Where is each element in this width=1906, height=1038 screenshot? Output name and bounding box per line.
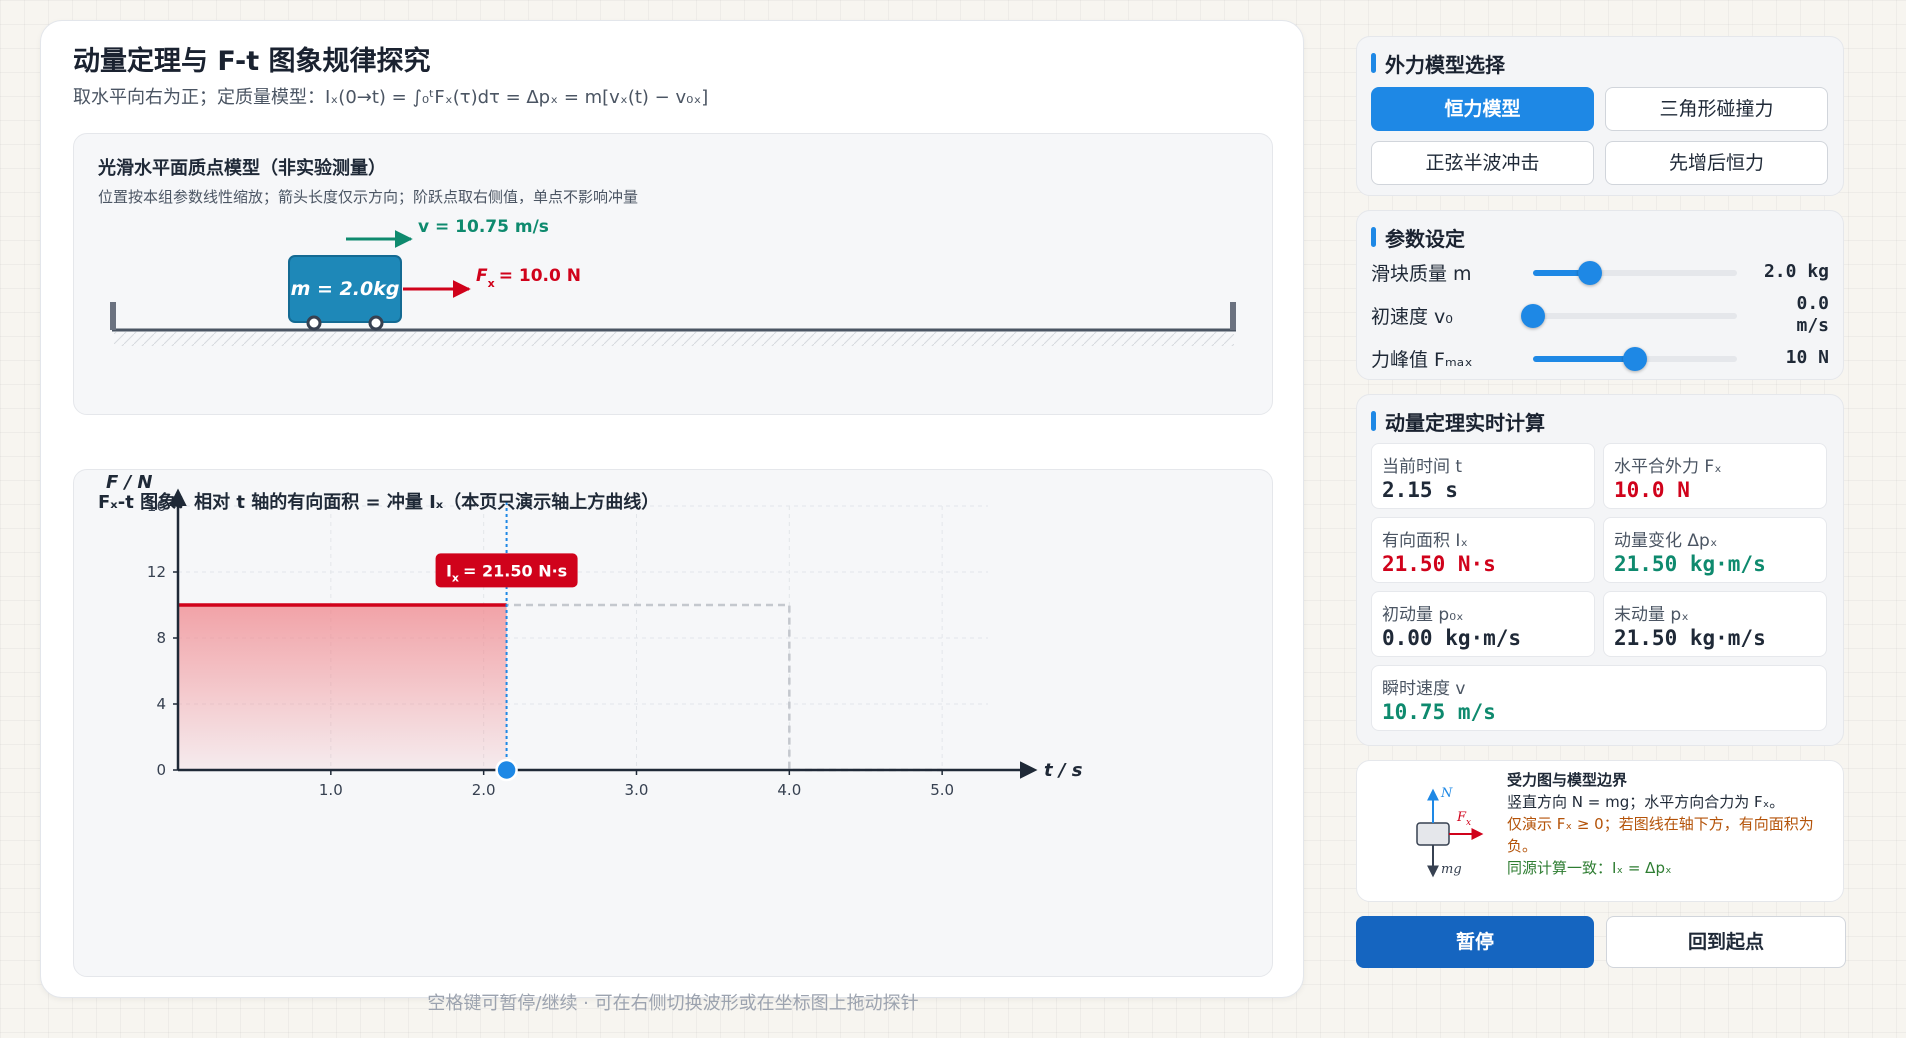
force-peak-label: 力峰值 Fₘₐₓ	[1371, 349, 1473, 371]
x-axis-label: t / s	[1044, 760, 1083, 781]
fbd-force-label: Fx	[1456, 810, 1471, 828]
initial-momentum-label: 初动量 p₀ₓ	[1382, 605, 1464, 625]
ft-chart[interactable]: 1.0 2.0 3.0 4.0 5.00481216 F / N t / s Ix = 2…	[74, 470, 1274, 978]
impulse-callout: Ix = 21.50 N·s	[435, 553, 578, 588]
velocity-label: v = 10.75 m/s	[418, 217, 549, 237]
reset-button[interactable]: 回到起点	[1606, 916, 1846, 968]
model-select-title: 外力模型选择	[1371, 49, 1505, 78]
initial-velocity-label: 初速度 v₀	[1371, 306, 1453, 328]
main-card: 动量定理与 F-t 图象规律探究 取水平向右为正；定质量模型：Iₓ(0→t) =…	[40, 20, 1304, 1014]
instant-velocity-value: 10.75 m/s	[1382, 700, 1496, 724]
track-scene: m = 2.0kg Fx = 10.0 N v = 10.75 m/s	[110, 217, 1236, 346]
y-tick-label: 8	[156, 629, 166, 647]
free-body-diagram: N Fx mg	[1416, 786, 1484, 878]
current-time-stat: 当前时间 t 2.15 s	[1371, 443, 1595, 509]
force-label: Fx = 10.0 N	[476, 266, 581, 290]
free-body-card: N Fx mg 受力图与模型边界 竖直方向 N = mg；水平方向合力为 Fₓ。…	[1356, 760, 1844, 902]
slider-block[interactable]: m = 2.0kg	[288, 255, 402, 331]
mode-sine-halfwave-button[interactable]: 正弦半波冲击	[1371, 141, 1594, 185]
fbd-block	[1416, 822, 1450, 846]
impulse-area	[178, 605, 507, 770]
model-boundary-text: 受力图与模型边界 竖直方向 N = mg；水平方向合力为 Fₓ。 仅演示 Fₓ …	[1507, 769, 1833, 879]
directed-area-value: 21.50 N·s	[1382, 552, 1496, 576]
fbd-line-1: 竖直方向 N = mg；水平方向合力为 Fₓ。	[1507, 793, 1785, 811]
wheel-left	[306, 315, 322, 331]
page-title: 动量定理与 F-t 图象规律探究	[73, 46, 431, 77]
right-stop	[1230, 302, 1236, 330]
normal-force-label: N	[1440, 786, 1453, 801]
final-momentum-value: 21.50 kg·m/s	[1614, 626, 1766, 650]
initial-momentum-stat: 初动量 p₀ₓ 0.00 kg·m/s	[1371, 591, 1595, 657]
params-card: 参数设定 滑块质量 m 2.0 kg 初速度 v₀ 0.0 m/s 力峰值 Fₘ…	[1356, 210, 1844, 380]
mass-label: 滑块质量 m	[1371, 263, 1472, 285]
momentum-change-label: 动量变化 Δpₓ	[1614, 531, 1718, 551]
fbd-title: 受力图与模型边界	[1507, 771, 1628, 789]
x-tick-label: 5.0	[930, 781, 954, 799]
fbd-line-3: 同源计算一致：Iₓ = Δpₓ	[1507, 859, 1672, 877]
ft-graph-panel[interactable]: Fₓ-t 图象：相对 t 轴的有向面积 = 冲量 Iₓ（本页只演示轴上方曲线） …	[73, 469, 1273, 977]
momentum-change-value: 21.50 kg·m/s	[1614, 552, 1766, 576]
initial-velocity-slider[interactable]	[1521, 304, 1737, 328]
pause-button[interactable]: 暂停	[1356, 916, 1594, 968]
left-stop	[110, 302, 116, 330]
force-peak-value: 10 N	[1785, 347, 1829, 368]
particle-model-panel: 光滑水平面质点模型（非实验测量） 位置按本组参数线性缩放；箭头长度仅示方向；阶跃…	[73, 133, 1273, 415]
y-tick-label: 12	[147, 563, 166, 581]
final-momentum-stat: 末动量 pₓ 21.50 kg·m/s	[1603, 591, 1827, 657]
model-select-card: 外力模型选择 恒力模型 三角形碰撞力 正弦半波冲击 先增后恒力	[1356, 36, 1844, 196]
force-peak-slider-thumb[interactable]	[1623, 347, 1647, 371]
initial-momentum-value: 0.00 kg·m/s	[1382, 626, 1522, 650]
force-peak-slider[interactable]	[1533, 347, 1737, 371]
x-tick-label: 1.0	[319, 781, 343, 799]
impulse-area-fill	[178, 605, 507, 770]
initial-velocity-value: 0.0 m/s	[1796, 293, 1829, 336]
net-force-label: 水平合外力 Fₓ	[1614, 457, 1722, 477]
block-mass-label: m = 2.0kg	[291, 278, 400, 300]
calc-title: 动量定理实时计算	[1371, 407, 1545, 436]
net-force-value: 10.0 N	[1614, 478, 1690, 502]
graph-title: Fₓ-t 图象：相对 t 轴的有向面积 = 冲量 Iₓ（本页只演示轴上方曲线）	[98, 492, 660, 513]
directed-area-stat: 有向面积 Iₓ 21.50 N·s	[1371, 517, 1595, 583]
calc-card: 动量定理实时计算 当前时间 t 2.15 s 水平合外力 Fₓ 10.0 N 有向面积 …	[1356, 394, 1844, 746]
cursor-handle[interactable]	[495, 758, 518, 782]
x-tick-label: 2.0	[472, 781, 496, 799]
instant-velocity-stat: 瞬时速度 v 10.75 m/s	[1371, 665, 1827, 731]
wheel-right	[368, 315, 384, 331]
keyboard-hint: 空格键可暂停/继续 · 可在右侧切换波形或在坐标图上拖动探针	[427, 993, 919, 1014]
mass-slider[interactable]	[1533, 261, 1737, 285]
directed-area-label: 有向面积 Iₓ	[1382, 531, 1468, 551]
final-momentum-label: 末动量 pₓ	[1614, 605, 1689, 625]
mode-triangle-collision-button[interactable]: 三角形碰撞力	[1605, 87, 1828, 131]
momentum-change-stat: 动量变化 Δpₓ 21.50 kg·m/s	[1603, 517, 1827, 583]
initial-velocity-slider-thumb[interactable]	[1521, 304, 1545, 328]
mass-value: 2.0 kg	[1763, 261, 1829, 282]
fbd-line-2: 仅演示 Fₓ ≥ 0；若图线在轴下方，有向面积为负。	[1507, 815, 1814, 855]
gravity-label: mg	[1441, 862, 1462, 877]
mode-constant-force-button[interactable]: 恒力模型	[1371, 87, 1594, 131]
y-tick-label: 0	[156, 761, 166, 779]
mode-ramp-then-constant-button[interactable]: 先增后恒力	[1605, 141, 1828, 185]
instant-velocity-label: 瞬时速度 v	[1382, 679, 1466, 699]
page-subtitle: 取水平向右为正；定质量模型：Iₓ(0→t) = ∫₀ᵗFₓ(τ)dτ = Δpₓ…	[73, 87, 709, 108]
net-force-stat: 水平合外力 Fₓ 10.0 N	[1603, 443, 1827, 509]
x-tick-label: 3.0	[625, 781, 649, 799]
mass-slider-thumb[interactable]	[1578, 261, 1603, 285]
ground-hatch	[114, 332, 1234, 346]
y-tick-label: 4	[156, 695, 166, 713]
current-time-value: 2.15 s	[1382, 478, 1458, 502]
x-tick-label: 4.0	[777, 781, 801, 799]
params-title: 参数设定	[1371, 223, 1465, 252]
current-time-label: 当前时间 t	[1382, 457, 1463, 477]
